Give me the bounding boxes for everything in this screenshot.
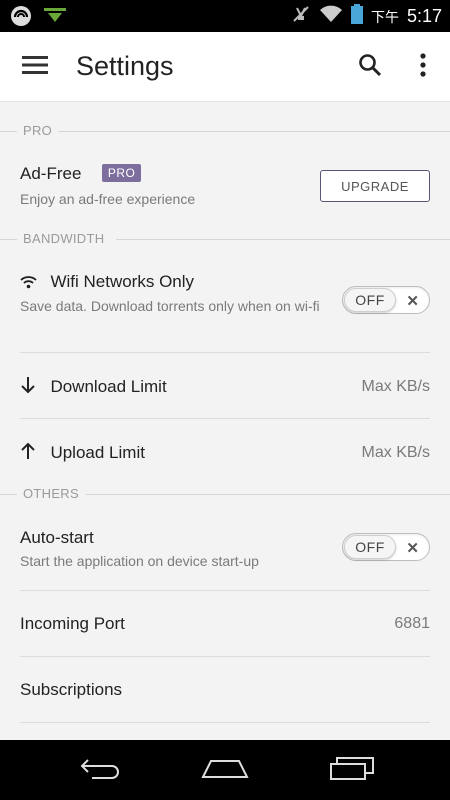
setting-title: Upload Limit (50, 443, 145, 462)
upgrade-button[interactable]: UPGRADE (320, 170, 430, 202)
section-header-others: OTHERS (0, 485, 450, 505)
header-line (116, 239, 450, 240)
header-line (58, 131, 450, 132)
battery-icon (350, 4, 363, 29)
pro-badge: PRO (101, 164, 142, 182)
app-logo-icon (10, 5, 32, 32)
home-button[interactable] (197, 754, 253, 786)
section-header-pro: PRO (0, 122, 450, 142)
status-ampm: 下午 (370, 8, 399, 25)
setting-incoming-port[interactable]: Incoming Port 6881 (20, 614, 430, 638)
setting-download-limit[interactable]: Download Limit Max KB/s (20, 376, 430, 400)
status-bar-left (10, 5, 66, 32)
section-header-bandwidth: BANDWIDTH (0, 230, 450, 250)
download-notification-icon (44, 8, 66, 29)
setting-upload-limit[interactable]: Upload Limit Max KB/s (20, 442, 430, 466)
toggle-knob: OFF (344, 288, 396, 312)
setting-value: Max KB/s (361, 378, 430, 395)
setting-title: Wifi Networks Only (50, 272, 195, 291)
navigation-bar (0, 740, 450, 800)
header-line (0, 131, 17, 132)
divider (20, 352, 430, 353)
toggle-off-icon: ✕ (406, 540, 419, 557)
back-icon (78, 756, 122, 785)
wifi-only-toggle[interactable]: OFF ✕ (342, 286, 430, 314)
divider (20, 418, 430, 419)
toggle-off-icon: ✕ (406, 293, 419, 310)
page-title: Settings (76, 51, 174, 81)
menu-button[interactable] (18, 52, 52, 82)
header-line (0, 239, 17, 240)
overflow-menu-icon (419, 52, 427, 82)
status-time: 5:17 (406, 6, 442, 26)
arrow-down-icon (20, 376, 38, 394)
wifi-icon (20, 275, 38, 293)
search-icon (358, 53, 382, 82)
search-button[interactable] (352, 50, 388, 84)
wifi-signal-icon (319, 5, 343, 28)
section-header-label: PRO (23, 123, 53, 138)
settings-list[interactable]: PRO Ad-Free PRO Enjoy an ad-free experie… (0, 102, 450, 740)
setting-wifi-only[interactable]: Wifi Networks Only Save data. Download t… (20, 272, 430, 336)
recent-apps-icon (329, 755, 375, 786)
section-header-label: BANDWIDTH (23, 231, 105, 246)
divider (20, 722, 430, 723)
vibrate-off-icon (291, 4, 311, 29)
setting-subtitle: Enjoy an ad-free experience (20, 191, 196, 207)
status-bar: 下午 5:17 (0, 0, 450, 32)
auto-start-toggle[interactable]: OFF ✕ (342, 533, 430, 561)
setting-title: Incoming Port (20, 614, 125, 633)
setting-title: Ad-Free (20, 164, 82, 183)
setting-title: Download Limit (50, 377, 167, 396)
header-line (0, 494, 17, 495)
divider (20, 590, 430, 591)
menu-icon (22, 55, 48, 80)
app-bar: Settings (0, 32, 450, 102)
section-header-label: OTHERS (23, 486, 79, 501)
overflow-menu-button[interactable] (408, 50, 438, 84)
toggle-knob: OFF (344, 535, 396, 559)
setting-value: Max KB/s (361, 444, 430, 461)
header-line (86, 494, 450, 495)
back-button[interactable] (72, 754, 128, 786)
recent-apps-button[interactable] (324, 754, 380, 786)
status-bar-right: 下午 5:17 (291, 4, 442, 29)
setting-ad-free[interactable]: Ad-Free PRO Enjoy an ad-free experience … (20, 164, 430, 214)
setting-subtitle: Save data. Download torrents only when o… (20, 298, 320, 314)
setting-title: Auto-start (20, 528, 94, 547)
setting-auto-start[interactable]: Auto-start Start the application on devi… (20, 528, 430, 572)
setting-subscriptions[interactable]: Subscriptions (20, 680, 430, 704)
home-icon (201, 757, 249, 784)
arrow-up-icon (20, 442, 38, 460)
divider (20, 656, 430, 657)
setting-subtitle: Start the application on device start-up (20, 553, 259, 569)
setting-value: 6881 (394, 615, 430, 632)
setting-title: Subscriptions (20, 680, 123, 699)
